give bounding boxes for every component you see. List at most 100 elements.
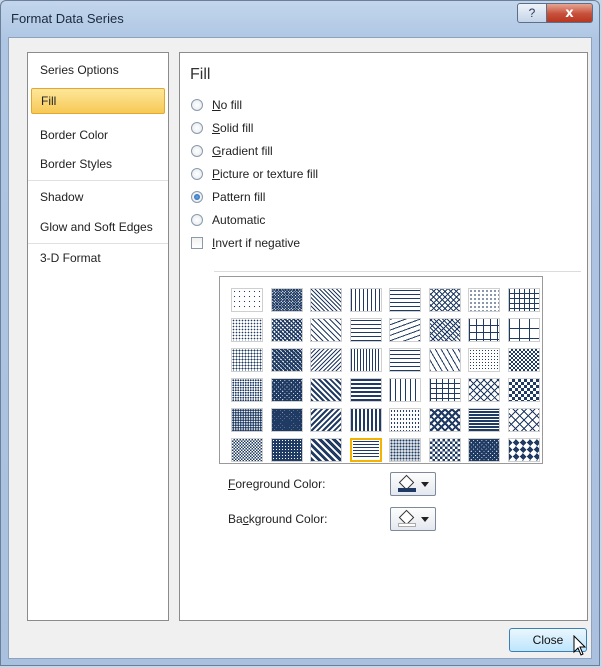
pattern-swatch[interactable] xyxy=(349,408,382,432)
close-icon: x xyxy=(565,5,574,21)
pattern-swatch[interactable] xyxy=(310,318,342,342)
nav-divider xyxy=(28,243,168,244)
pattern-swatch[interactable] xyxy=(507,348,540,372)
pattern-swatch[interactable] xyxy=(310,408,342,432)
pattern-swatch[interactable] xyxy=(270,318,303,342)
option-label: Picture or texture fill xyxy=(212,167,319,181)
pattern-swatch[interactable] xyxy=(428,348,461,372)
pattern-swatch[interactable] xyxy=(468,378,500,402)
pattern-swatch[interactable] xyxy=(428,288,461,312)
nav-item-fill[interactable]: Fill xyxy=(31,88,165,114)
option-gradient-fill[interactable]: Gradient fill xyxy=(191,142,273,160)
chevron-down-icon xyxy=(420,516,429,522)
nav-item-label: Series Options xyxy=(40,63,119,77)
pattern-swatch[interactable] xyxy=(389,378,421,402)
pattern-swatch[interactable] xyxy=(389,288,421,312)
pattern-swatch[interactable] xyxy=(507,438,540,462)
panel-title: Fill xyxy=(190,66,211,83)
pattern-swatch[interactable] xyxy=(468,348,500,372)
pattern-swatch[interactable] xyxy=(428,378,461,402)
pattern-swatch[interactable] xyxy=(389,408,421,432)
pattern-swatch[interactable] xyxy=(507,288,540,312)
pattern-swatch[interactable] xyxy=(507,318,540,342)
pattern-swatch[interactable] xyxy=(428,408,461,432)
pattern-swatch[interactable] xyxy=(389,438,421,462)
nav-item-series-options[interactable]: Series Options xyxy=(31,57,165,83)
help-button[interactable]: ? xyxy=(517,3,547,23)
pattern-swatch[interactable] xyxy=(231,288,263,312)
pattern-swatch[interactable] xyxy=(468,318,500,342)
nav-item-border-styles[interactable]: Border Styles xyxy=(31,151,165,177)
pattern-swatch[interactable] xyxy=(270,288,303,312)
title-bar[interactable]: Format Data Series ? x xyxy=(1,1,599,37)
pattern-swatch[interactable] xyxy=(389,348,421,372)
option-picture-texture-fill[interactable]: Picture or texture fill xyxy=(191,165,318,183)
nav-item-label: 3-D Format xyxy=(40,251,101,265)
title-buttons: ? x xyxy=(517,3,593,23)
nav-item-3d-format[interactable]: 3-D Format xyxy=(31,245,165,271)
pattern-swatch[interactable] xyxy=(349,378,382,402)
pattern-swatch[interactable] xyxy=(507,408,540,432)
pattern-swatch[interactable] xyxy=(428,318,461,342)
option-pattern-fill[interactable]: Pattern fill xyxy=(191,188,265,206)
nav-item-border-color[interactable]: Border Color xyxy=(31,122,165,148)
nav-item-label: Fill xyxy=(41,94,57,108)
pattern-swatch[interactable] xyxy=(270,438,303,462)
radio-pattern-fill[interactable] xyxy=(191,191,203,203)
pattern-swatch[interactable] xyxy=(349,348,382,372)
pattern-swatch[interactable] xyxy=(349,438,382,462)
pattern-grid xyxy=(219,276,543,464)
background-color-button[interactable] xyxy=(390,507,436,531)
pattern-swatch[interactable] xyxy=(468,408,500,432)
foreground-color-label: Foreground Color: xyxy=(228,477,326,491)
format-data-series-dialog: Format Data Series ? x Series Options Fi… xyxy=(0,0,600,666)
option-invert-if-negative[interactable]: Invert if negative xyxy=(191,234,300,252)
radio-gradient-fill[interactable] xyxy=(191,145,203,157)
nav-item-glow-soft-edges[interactable]: Glow and Soft Edges xyxy=(31,214,165,240)
chevron-down-icon xyxy=(420,481,429,487)
close-button-label: Close xyxy=(532,633,564,647)
pattern-swatch[interactable] xyxy=(231,378,263,402)
pattern-swatch[interactable] xyxy=(389,318,421,342)
pattern-swatch[interactable] xyxy=(231,318,263,342)
option-label: Invert if negative xyxy=(212,236,301,250)
help-icon: ? xyxy=(528,6,536,20)
option-label: Automatic xyxy=(212,213,266,227)
radio-automatic[interactable] xyxy=(191,214,203,226)
radio-solid-fill[interactable] xyxy=(191,122,203,134)
nav-item-label: Shadow xyxy=(40,190,84,204)
pattern-swatch[interactable] xyxy=(270,408,303,432)
nav-item-shadow[interactable]: Shadow xyxy=(31,184,165,210)
foreground-color-button[interactable] xyxy=(390,472,436,496)
pattern-swatch[interactable] xyxy=(310,378,342,402)
nav-divider xyxy=(28,180,168,181)
radio-picture-texture-fill[interactable] xyxy=(191,168,203,180)
mouse-cursor-icon xyxy=(573,635,587,656)
pattern-swatch[interactable] xyxy=(231,408,263,432)
pattern-swatch[interactable] xyxy=(310,348,342,372)
option-solid-fill[interactable]: Solid fill xyxy=(191,119,253,137)
pattern-swatch[interactable] xyxy=(231,438,263,462)
pattern-swatch[interactable] xyxy=(270,378,303,402)
dialog-client-area: Series Options Fill Border Color Border … xyxy=(8,37,592,659)
pattern-swatch[interactable] xyxy=(270,348,303,372)
checkbox-invert-if-negative[interactable] xyxy=(191,237,203,249)
pattern-swatch[interactable] xyxy=(428,438,461,462)
option-automatic[interactable]: Automatic xyxy=(191,211,265,229)
option-label: Gradient fill xyxy=(212,144,273,158)
option-no-fill[interactable]: No fill xyxy=(191,96,242,114)
pattern-swatch[interactable] xyxy=(349,288,382,312)
pattern-swatch[interactable] xyxy=(310,438,342,462)
background-color-label: Background Color: xyxy=(228,512,328,526)
pattern-swatch[interactable] xyxy=(349,318,382,342)
pattern-swatch[interactable] xyxy=(231,348,263,372)
pattern-swatch[interactable] xyxy=(310,288,342,312)
foreground-color-row: Foreground Color: xyxy=(228,472,448,496)
pattern-swatch[interactable] xyxy=(468,438,500,462)
pattern-swatch[interactable] xyxy=(468,288,500,312)
radio-no-fill[interactable] xyxy=(191,99,203,111)
close-window-button[interactable]: x xyxy=(547,3,593,23)
pattern-swatch[interactable] xyxy=(507,378,540,402)
section-divider xyxy=(214,271,581,272)
paint-bucket-icon xyxy=(397,476,416,492)
